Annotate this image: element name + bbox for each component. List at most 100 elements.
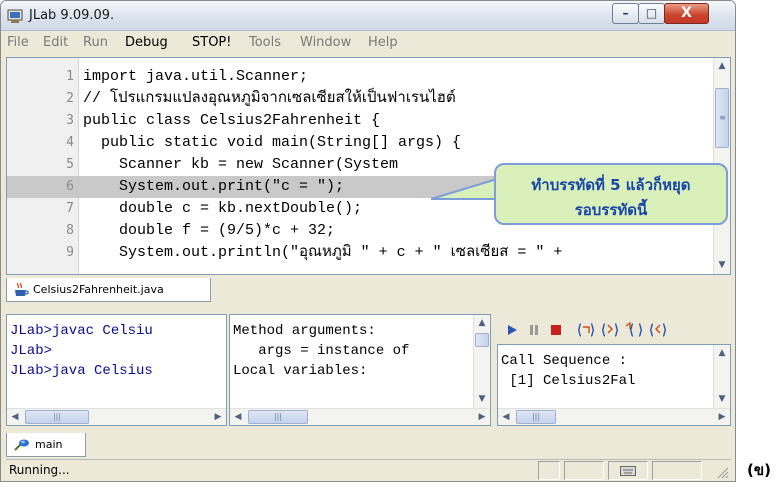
keyboard-icon	[620, 466, 636, 476]
menu-bar: File Edit Run Debug STOP! Tools Window H…	[1, 32, 735, 54]
line-number: 6	[66, 179, 74, 194]
line-number: 8	[66, 223, 74, 238]
code-text: public class Celsius2Fahrenheit {	[83, 112, 381, 129]
call-sequence-line: Call Sequence :	[501, 353, 628, 369]
status-text: Running...	[9, 463, 70, 477]
menu-edit[interactable]: Edit	[43, 35, 68, 50]
menu-tools[interactable]: Tools	[249, 35, 281, 50]
menu-help[interactable]: Help	[368, 35, 398, 50]
code-text: import java.util.Scanner;	[83, 68, 309, 85]
scroll-right-icon[interactable]: ▶	[714, 409, 730, 425]
scroll-left-icon[interactable]: ◀	[7, 409, 23, 425]
figure-label: (ข)	[747, 461, 771, 479]
menu-run[interactable]: Run	[83, 35, 108, 50]
variables-vertical-scrollbar[interactable]: ▲ ▼	[473, 315, 490, 409]
console-line: JLab>	[10, 343, 53, 359]
call-sequence-scroll-thumb[interactable]: |||	[516, 410, 556, 424]
console-line: JLab>java Celsius	[10, 363, 153, 379]
window-title: JLab 9.09.09.	[29, 8, 115, 23]
java-cup-icon	[15, 282, 29, 296]
status-field	[608, 461, 648, 480]
scroll-down-icon[interactable]: ▼	[714, 257, 730, 273]
menu-window[interactable]: Window	[300, 35, 351, 50]
menu-debug[interactable]: Debug	[125, 35, 168, 50]
code-line[interactable]: 4 public static void main(String[] args)…	[7, 132, 713, 154]
call-sequence-pane[interactable]: Call Sequence : [1] Celsius2Fal ▲ ▼ ◀ ||…	[497, 344, 731, 426]
scroll-up-icon[interactable]: ▲	[714, 58, 730, 74]
variables-line: Method arguments:	[233, 323, 376, 339]
jlab-app-icon[interactable]	[7, 8, 23, 24]
call-sequence-line: [1] Celsius2Fal	[501, 373, 636, 389]
status-field	[538, 461, 560, 480]
maximize-icon: □	[645, 6, 658, 20]
document-tab-label: Celsius2Fahrenheit.java	[33, 283, 164, 296]
code-line[interactable]: 1 import java.util.Scanner;	[7, 66, 713, 88]
scroll-down-icon[interactable]: ▼	[714, 391, 730, 407]
minimize-button[interactable]: –	[612, 3, 639, 24]
menu-file[interactable]: File	[7, 35, 29, 50]
jlab-window: JLab 9.09.09. – □ X File Edit Run Debug …	[0, 0, 736, 482]
scroll-up-icon[interactable]: ▲	[474, 315, 490, 331]
code-text: System.out.print("c = ");	[83, 178, 345, 195]
tab-main-thread[interactable]: main	[6, 433, 86, 457]
console-scroll-thumb[interactable]: |||	[25, 410, 89, 424]
scroll-grip-icon: |||	[52, 412, 62, 421]
scroll-right-icon[interactable]: ▶	[210, 409, 226, 425]
code-text: double c = kb.nextDouble();	[83, 200, 363, 217]
thread-tab-label: main	[35, 438, 63, 451]
callout-pointer	[431, 177, 499, 200]
line-number: 4	[66, 135, 74, 150]
line-number: 7	[66, 201, 74, 216]
variables-line: Local variables:	[233, 363, 368, 379]
editor-scroll-thumb[interactable]: ≡	[715, 88, 729, 148]
console-horizontal-scrollbar[interactable]: ◀ ||| ▶	[7, 408, 226, 425]
annotation-callout: ทำบรรทัดที่ 5 แล้วก็หยุด รอบรรทัดนี้	[494, 163, 728, 225]
code-line[interactable]: 3 public class Celsius2Fahrenheit {	[7, 110, 713, 132]
variables-horizontal-scrollbar[interactable]: ◀ ||| ▶	[230, 408, 490, 425]
variables-line: args = instance of	[233, 343, 410, 359]
status-field	[564, 461, 604, 480]
maximize-button[interactable]: □	[638, 3, 665, 24]
resize-grip-icon[interactable]	[716, 466, 729, 479]
callout-line-1: ทำบรรทัดที่ 5 แล้วก็หยุด	[531, 176, 691, 194]
step-out-icon[interactable]	[625, 321, 643, 339]
variables-scroll-thumb[interactable]	[475, 333, 489, 347]
console-pane[interactable]: JLab>javac Celsiu JLab> JLab>java Celsiu…	[6, 314, 227, 426]
scroll-left-icon[interactable]: ◀	[230, 409, 246, 425]
code-line[interactable]: 2 // โปรแกรมแปลงอุณหภูมิจากเซลเซียสให้เป็…	[7, 88, 713, 110]
code-line[interactable]: 9 System.out.println("อุณหภูมิ " + c + "…	[7, 242, 713, 264]
variables-pane[interactable]: Method arguments: args = instance of Loc…	[229, 314, 491, 426]
code-text: // โปรแกรมแปลงอุณหภูมิจากเซลเซียสให้เป็น…	[83, 90, 456, 107]
screenshot-stage: JLab 9.09.09. – □ X File Edit Run Debug …	[0, 0, 783, 487]
scroll-left-icon[interactable]: ◀	[498, 409, 514, 425]
line-number: 3	[66, 113, 74, 128]
line-number: 9	[66, 245, 74, 260]
thread-icon	[14, 439, 29, 451]
title-bar[interactable]: JLab 9.09.09. – □ X	[1, 1, 735, 31]
step-over-icon[interactable]	[577, 321, 595, 339]
call-sequence-horizontal-scrollbar[interactable]: ◀ ||| ▶	[498, 408, 730, 425]
code-text: System.out.println("อุณหภูมิ " + c + " เ…	[83, 244, 563, 261]
line-number: 1	[66, 69, 74, 84]
minimize-icon: –	[622, 6, 629, 20]
scroll-right-icon[interactable]: ▶	[474, 409, 490, 425]
line-number: 2	[66, 91, 74, 106]
close-icon: X	[681, 5, 692, 21]
stop-icon[interactable]	[547, 321, 565, 339]
scroll-up-icon[interactable]: ▲	[714, 345, 730, 361]
scroll-down-icon[interactable]: ▼	[474, 391, 490, 407]
console-line: JLab>javac Celsiu	[10, 323, 153, 339]
tab-celsius2fahrenheit-java[interactable]: Celsius2Fahrenheit.java	[6, 278, 211, 302]
callout-line-2: รอบรรทัดนี้	[574, 201, 648, 219]
menu-stop[interactable]: STOP!	[192, 35, 231, 50]
pause-icon[interactable]	[525, 321, 543, 339]
step-into-icon[interactable]	[601, 321, 619, 339]
call-sequence-vertical-scrollbar[interactable]: ▲ ▼	[713, 345, 730, 409]
close-button[interactable]: X	[664, 3, 709, 24]
variables-hscroll-thumb[interactable]: |||	[248, 410, 308, 424]
run-icon[interactable]	[503, 321, 521, 339]
step-back-icon[interactable]	[649, 321, 667, 339]
code-text: double f = (9/5)*c + 32;	[83, 222, 336, 239]
status-field	[652, 461, 702, 480]
debug-toolbar	[497, 318, 731, 342]
